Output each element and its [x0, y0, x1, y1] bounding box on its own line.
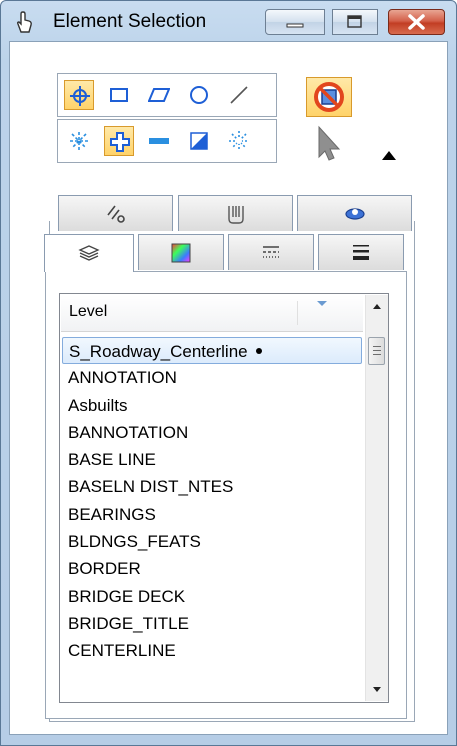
selection-mode-group — [57, 119, 277, 163]
new-selection-icon — [70, 132, 88, 150]
select-arrow-button[interactable] — [311, 123, 345, 165]
selection-filter-icon — [314, 82, 344, 112]
list-item[interactable]: ANNOTATION — [62, 364, 362, 391]
block-mode-icon — [110, 88, 128, 102]
close-button[interactable] — [388, 9, 445, 35]
title-bar[interactable]: Element Selection — [1, 1, 456, 41]
vertical-scrollbar[interactable] — [365, 295, 388, 701]
level-list[interactable]: Level S_Roadway_Centerline ANNOTATION As… — [59, 293, 389, 703]
element-mode-button[interactable] — [64, 80, 94, 110]
line-mode-icon — [230, 86, 248, 104]
minimize-icon — [286, 23, 304, 28]
list-item[interactable]: CENTERLINE — [62, 637, 362, 664]
list-item[interactable]: BRIDGE DECK — [62, 583, 362, 610]
list-item[interactable]: Asbuilts — [62, 392, 362, 419]
collapse-arrow-icon[interactable] — [382, 151, 396, 160]
line-style-tab-icon — [106, 205, 125, 223]
weight-lines-tab-icon — [353, 245, 369, 260]
circle-mode-button[interactable] — [184, 80, 214, 110]
tab-weight-lines[interactable] — [318, 234, 404, 270]
selection-filter-button[interactable] — [306, 77, 352, 117]
clear-selection-button[interactable] — [224, 126, 254, 156]
scroll-up-button[interactable] — [366, 295, 388, 317]
hand-pointer-icon — [16, 11, 32, 33]
invert-selection-icon — [190, 132, 208, 150]
window-title: Element Selection — [53, 11, 207, 32]
select-arrow-icon — [318, 125, 341, 161]
element-mode-icon — [70, 86, 90, 106]
weight-tab-icon — [227, 206, 244, 224]
line-mode-button[interactable] — [224, 80, 254, 110]
tab-weight[interactable] — [178, 195, 293, 231]
list-item[interactable]: BLDNGS_FEATS — [62, 528, 362, 555]
subtract-selection-icon — [149, 138, 169, 144]
invert-selection-button[interactable] — [184, 126, 214, 156]
scroll-thumb[interactable] — [368, 337, 385, 365]
tab-style[interactable] — [228, 234, 314, 270]
maximize-icon — [347, 15, 362, 28]
list-item[interactable]: S_Roadway_Centerline — [62, 337, 362, 365]
circle-mode-icon — [190, 86, 208, 104]
list-item[interactable]: BANNOTATION — [62, 419, 362, 446]
tab-color[interactable] — [138, 234, 224, 270]
block-mode-button[interactable] — [104, 80, 134, 110]
style-tab-icon — [263, 246, 279, 258]
tab-line-style[interactable] — [58, 195, 173, 231]
clear-selection-icon — [229, 131, 249, 151]
list-item[interactable]: BORDER — [62, 555, 362, 582]
level-header-label: Level — [69, 303, 108, 320]
shape-mode-icon — [148, 88, 170, 102]
header-divider — [297, 301, 298, 325]
active-level-dot-icon — [255, 347, 262, 354]
subtract-selection-button[interactable] — [144, 126, 174, 156]
sort-arrow-icon — [317, 301, 327, 306]
new-selection-button[interactable] — [64, 126, 94, 156]
levels-tab-icon — [78, 245, 100, 261]
add-selection-button[interactable] — [104, 126, 134, 156]
level-column-header[interactable]: Level — [61, 295, 363, 332]
maximize-button[interactable] — [332, 9, 378, 35]
list-item[interactable]: BEARINGS — [62, 501, 362, 528]
list-item[interactable]: BRIDGE_TITLE — [62, 610, 362, 637]
list-item[interactable]: BASE LINE — [62, 446, 362, 473]
element-selection-window: Element Selection Level S_Roadway_Center… — [0, 0, 457, 746]
close-icon — [408, 14, 425, 30]
selection-method-group — [57, 73, 277, 117]
shape-mode-button[interactable] — [144, 80, 174, 110]
list-item[interactable]: BASELN DIST_NTES — [62, 473, 362, 500]
tab-class[interactable] — [297, 195, 412, 231]
class-tab-icon — [344, 208, 365, 220]
add-selection-icon — [110, 132, 130, 152]
color-tab-icon — [171, 243, 191, 263]
minimize-button[interactable] — [265, 9, 325, 35]
level-rows: S_Roadway_Centerline ANNOTATION Asbuilts… — [62, 337, 362, 665]
scroll-down-button[interactable] — [366, 679, 388, 701]
tab-levels[interactable] — [44, 234, 134, 272]
